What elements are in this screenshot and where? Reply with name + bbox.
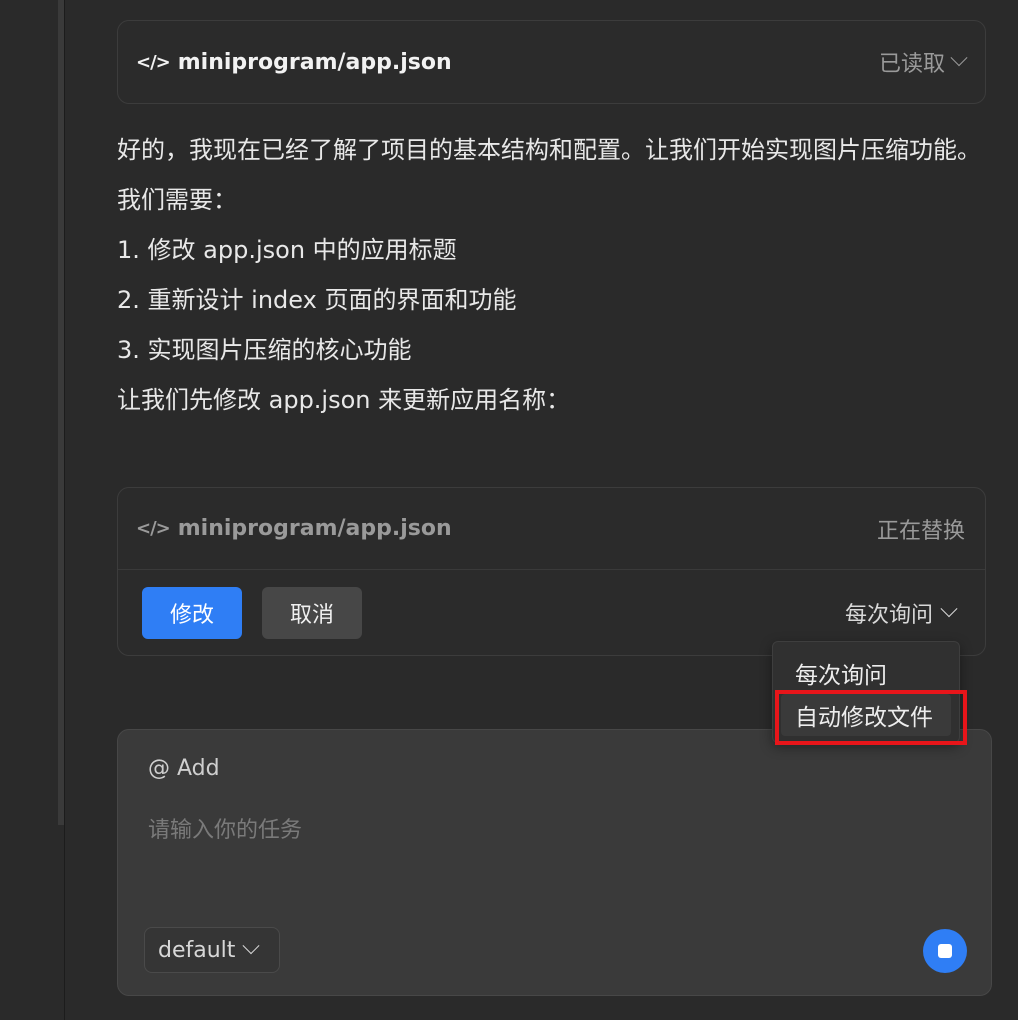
chevron-down-icon <box>242 937 260 955</box>
stop-button[interactable] <box>923 929 967 973</box>
apply-edit-button[interactable]: 修改 <box>142 587 242 639</box>
chevron-down-icon <box>950 49 968 67</box>
edit-status-label: 正在替换 <box>876 518 965 544</box>
dropdown-option-ask-each-time[interactable]: 每次询问 <box>773 652 959 694</box>
model-select[interactable]: default <box>144 927 280 973</box>
edit-status: 正在替换 <box>877 513 965 545</box>
edit-mode-dropdown: 每次询问 自动修改文件 <box>772 641 960 743</box>
edit-file-title: </> miniprogram/app.json <box>136 516 452 541</box>
code-icon: </> <box>136 518 171 539</box>
message-line: 1. 修改 app.json 中的应用标题 <box>117 236 457 264</box>
assistant-message: 好的，我现在已经了解了项目的基本结构和配置。让我们开始实现图片压缩功能。 我们需… <box>117 130 987 430</box>
read-file-card[interactable]: </> miniprogram/app.json 已读取 <box>117 20 986 104</box>
edit-file-card: </> miniprogram/app.json 正在替换 修改 取消 每次询问 <box>117 487 986 656</box>
edit-mode-label: 每次询问 <box>844 603 933 628</box>
left-rail <box>0 0 65 1020</box>
task-input[interactable] <box>148 810 948 850</box>
edit-file-header: </> miniprogram/app.json 正在替换 <box>118 488 985 570</box>
read-status-label: 已读取 <box>878 52 945 77</box>
chevron-down-icon <box>940 600 958 618</box>
edit-file-path: miniprogram/app.json <box>177 516 452 541</box>
code-icon: </> <box>136 51 171 73</box>
cancel-edit-button[interactable]: 取消 <box>262 587 362 639</box>
stop-icon <box>938 944 952 958</box>
message-line: 我们需要： <box>117 186 237 214</box>
model-select-label: default <box>158 937 236 963</box>
read-file-path: miniprogram/app.json <box>177 49 452 75</box>
edit-mode-select[interactable]: 每次询问 <box>845 597 961 629</box>
add-context-button[interactable]: @ Add <box>148 756 220 781</box>
message-line: 3. 实现图片压缩的核心功能 <box>117 336 412 364</box>
read-file-header[interactable]: </> miniprogram/app.json 已读取 <box>118 21 985 103</box>
read-file-title: </> miniprogram/app.json <box>136 50 452 75</box>
message-line: 好的，我现在已经了解了项目的基本结构和配置。让我们开始实现图片压缩功能。 <box>117 136 981 164</box>
dropdown-option-auto-edit[interactable]: 自动修改文件 <box>781 694 951 736</box>
read-status[interactable]: 已读取 <box>878 46 968 78</box>
message-line: 2. 重新设计 index 页面的界面和功能 <box>117 286 517 314</box>
task-composer: @ Add default <box>117 729 992 996</box>
rail-scrollbar[interactable] <box>58 0 64 825</box>
message-line: 让我们先修改 app.json 来更新应用名称： <box>117 386 571 414</box>
